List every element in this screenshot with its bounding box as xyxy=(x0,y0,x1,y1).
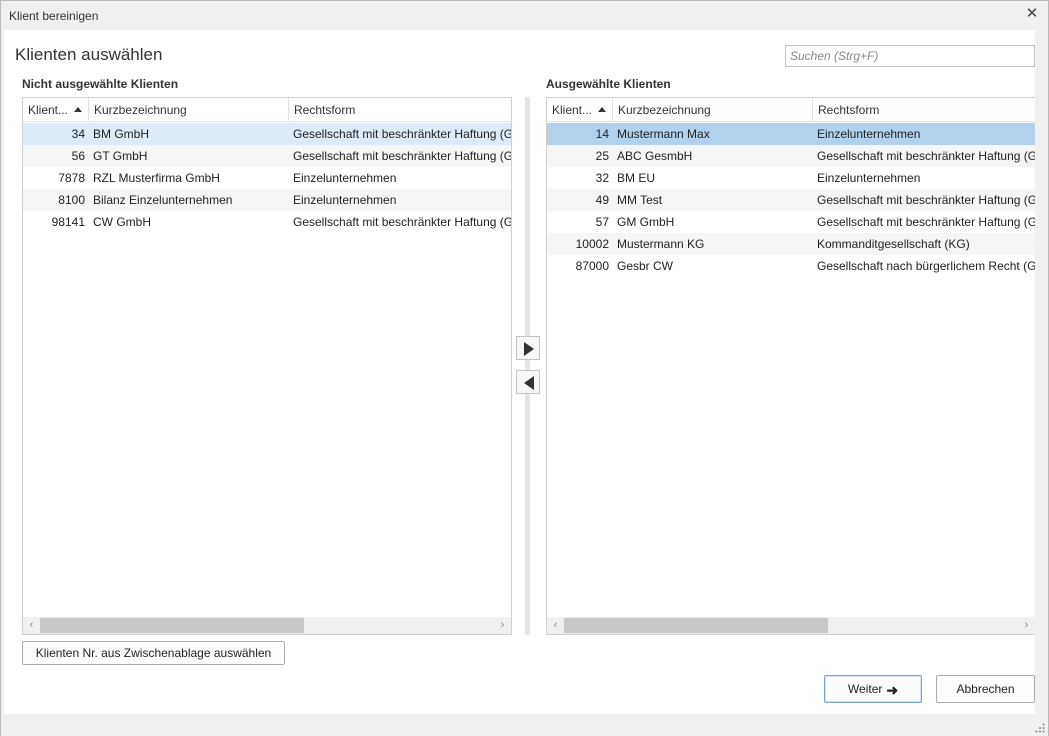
selected-clients-grid[interactable]: Klient... Kurzbezeichnung Rechtsform 14 M… xyxy=(546,97,1035,635)
cell-rechtsform: Gesellschaft nach bürgerlichem Recht (Ge xyxy=(817,259,1035,273)
window-title: Klient bereinigen xyxy=(9,9,99,23)
cell-kurzbezeichnung: Mustermann Max xyxy=(617,127,710,141)
cell-kurzbezeichnung: Gesbr CW xyxy=(617,259,674,273)
unselected-clients-grid[interactable]: Klient... Kurzbezeichnung Rechtsform 34 B… xyxy=(22,97,512,635)
sort-ascending-icon xyxy=(598,107,606,112)
cell-rechtsform: Kommanditgesellschaft (KG) xyxy=(817,237,970,251)
scrollbar-thumb[interactable] xyxy=(564,618,828,633)
cell-rechtsform: Einzelunternehmen xyxy=(293,193,397,207)
table-row[interactable]: 49 MM Test Gesellschaft mit beschränkter H… xyxy=(547,189,1035,211)
table-row[interactable]: 98141 CW GmbH Gesellschaft mit beschränkte… xyxy=(23,211,511,233)
cancel-button[interactable]: Abbrechen xyxy=(936,675,1035,703)
table-row[interactable]: 32 BM EU Einzelunternehmen xyxy=(547,167,1035,189)
cell-kurzbezeichnung: Mustermann KG xyxy=(617,237,705,251)
table-row[interactable]: 7878 RZL Musterfirma GmbH Einzelunternehme… xyxy=(23,167,511,189)
table-row[interactable]: 34 BM GmbH Gesellschaft mit beschränkter H… xyxy=(23,123,511,145)
arrow-right-icon: ➜ xyxy=(886,681,899,698)
right-panel-label: Ausgewählte Klienten xyxy=(546,77,671,91)
grid-header: Klient... Kurzbezeichnung Rechtsform xyxy=(23,98,511,122)
column-header-rechtsform[interactable]: Rechtsform xyxy=(289,98,511,122)
table-row[interactable]: 10002 Mustermann KG Kommanditgesellschaft … xyxy=(547,233,1035,255)
grid-rows: 14 Mustermann Max Einzelunternehmen 25 ABC G… xyxy=(547,123,1035,277)
resize-grip-icon[interactable] xyxy=(1035,723,1045,733)
cell-klient-nr: 14 xyxy=(595,127,609,141)
cell-klient-nr: 25 xyxy=(595,149,609,163)
cell-rechtsform: Gesellschaft mit beschränkter Haftung (G xyxy=(293,215,512,229)
column-header-rechtsform[interactable]: Rechtsform xyxy=(813,98,1035,122)
move-right-button[interactable] xyxy=(516,336,540,360)
cell-kurzbezeichnung: MM Test xyxy=(617,193,663,207)
cell-klient-nr: 98141 xyxy=(51,215,85,229)
cell-rechtsform: Gesellschaft mit beschränkter Haftung (G xyxy=(817,215,1035,229)
next-button[interactable]: Weiter ➜ xyxy=(824,675,922,703)
cell-kurzbezeichnung: Bilanz Einzelunternehmen xyxy=(93,193,233,207)
cell-klient-nr: 56 xyxy=(71,149,85,163)
scrollbar-thumb[interactable] xyxy=(40,618,304,633)
scroll-left-icon[interactable]: ‹ xyxy=(23,617,40,634)
column-header-klient[interactable]: Klient... xyxy=(23,98,89,122)
cell-klient-nr: 7878 xyxy=(58,171,85,185)
next-button-label: Weiter xyxy=(847,682,883,696)
move-left-button[interactable] xyxy=(516,370,540,394)
scroll-right-icon[interactable]: › xyxy=(494,617,511,634)
cell-klient-nr: 49 xyxy=(595,193,609,207)
dialog-window: Klient bereinigen ✕ Klienten auswählen N… xyxy=(0,0,1049,736)
scroll-left-icon[interactable]: ‹ xyxy=(547,617,564,634)
cell-rechtsform: Gesellschaft mit beschränkter Haftung (G xyxy=(293,149,512,163)
cell-rechtsform: Gesellschaft mit beschränkter Haftung (G xyxy=(817,193,1035,207)
clipboard-select-button[interactable]: Klienten Nr. aus Zwischenablage auswähle… xyxy=(22,641,285,665)
cell-rechtsform: Gesellschaft mit beschränkter Haftung (G xyxy=(293,127,512,141)
cell-rechtsform: Einzelunternehmen xyxy=(817,171,921,185)
triangle-left-icon xyxy=(524,376,534,390)
cell-klient-nr: 87000 xyxy=(575,259,609,273)
table-row[interactable]: 25 ABC GesmbH Gesellschaft mit beschränkte… xyxy=(547,145,1035,167)
cell-kurzbezeichnung: BM EU xyxy=(617,171,656,185)
cell-kurzbezeichnung: BM GmbH xyxy=(93,127,150,141)
cell-kurzbezeichnung: CW GmbH xyxy=(93,215,151,229)
triangle-right-icon xyxy=(524,342,534,356)
table-row[interactable]: 14 Mustermann Max Einzelunternehmen xyxy=(547,123,1035,145)
close-icon[interactable]: ✕ xyxy=(1024,6,1040,22)
cell-rechtsform: Gesellschaft mit beschränkter Haftung (G xyxy=(817,149,1035,163)
cell-kurzbezeichnung: RZL Musterfirma GmbH xyxy=(93,171,220,185)
cell-klient-nr: 8100 xyxy=(58,193,85,207)
table-row[interactable]: 57 GM GmbH Gesellschaft mit beschränkter H… xyxy=(547,211,1035,233)
left-panel-label: Nicht ausgewählte Klienten xyxy=(22,77,179,91)
cell-klient-nr: 32 xyxy=(595,171,609,185)
scroll-right-icon[interactable]: › xyxy=(1018,617,1035,634)
table-row[interactable]: 56 GT GmbH Gesellschaft mit beschränkter H… xyxy=(23,145,511,167)
column-header-label: Klient... xyxy=(28,103,69,117)
title-bar: Klient bereinigen ✕ xyxy=(1,1,1048,29)
cell-klient-nr: 10002 xyxy=(575,237,609,251)
cell-rechtsform: Einzelunternehmen xyxy=(817,127,921,141)
cell-kurzbezeichnung: GM GmbH xyxy=(617,215,675,229)
panel-splitter[interactable] xyxy=(525,97,530,635)
search-input[interactable] xyxy=(785,45,1035,67)
page-title: Klienten auswählen xyxy=(15,45,163,64)
horizontal-scrollbar[interactable]: ‹ › xyxy=(547,617,1035,634)
cell-klient-nr: 57 xyxy=(595,215,609,229)
grid-rows: 34 BM GmbH Gesellschaft mit beschränkter H… xyxy=(23,123,511,233)
table-row[interactable]: 87000 Gesbr CW Gesellschaft nach bürgerlic… xyxy=(547,255,1035,277)
column-header-label: Klient... xyxy=(552,103,593,117)
horizontal-scrollbar[interactable]: ‹ › xyxy=(23,617,511,634)
table-row[interactable]: 8100 Bilanz Einzelunternehmen Einzeluntern… xyxy=(23,189,511,211)
cell-klient-nr: 34 xyxy=(71,127,85,141)
sort-ascending-icon xyxy=(74,107,82,112)
cell-kurzbezeichnung: GT GmbH xyxy=(93,149,148,163)
column-header-kurzbezeichnung[interactable]: Kurzbezeichnung xyxy=(613,98,813,122)
dialog-content: Klienten auswählen Nicht ausgewählte Kli… xyxy=(4,30,1035,714)
column-header-kurzbezeichnung[interactable]: Kurzbezeichnung xyxy=(89,98,289,122)
column-header-klient[interactable]: Klient... xyxy=(547,98,613,122)
grid-header: Klient... Kurzbezeichnung Rechtsform xyxy=(547,98,1035,122)
cell-kurzbezeichnung: ABC GesmbH xyxy=(617,149,693,163)
status-bar xyxy=(1,714,1048,736)
cell-rechtsform: Einzelunternehmen xyxy=(293,171,397,185)
